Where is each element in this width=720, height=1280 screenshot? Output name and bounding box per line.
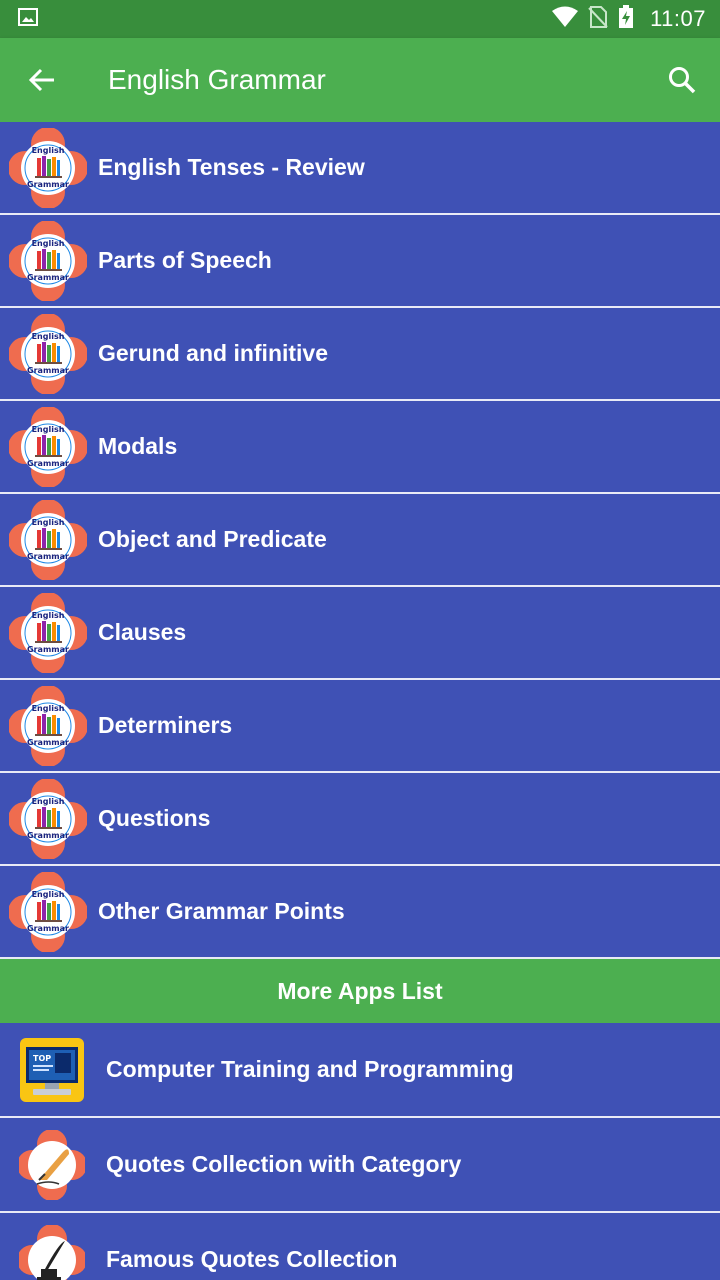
icon-caption-top: English — [32, 797, 65, 806]
icon-caption-top: English — [32, 890, 65, 899]
topic-list: English Grammar English Tenses - Review E… — [0, 122, 720, 1280]
list-item[interactable]: English Grammar Modals — [0, 401, 720, 494]
more-app-item[interactable]: Famous Quotes Collection — [0, 1213, 720, 1280]
more-app-label: Quotes Collection with Category — [106, 1151, 462, 1177]
list-item-label: Questions — [98, 805, 211, 831]
english-grammar-icon: English Grammar — [0, 493, 96, 586]
search-icon — [669, 67, 696, 94]
list-item-label: English Tenses - Review — [98, 154, 365, 180]
english-grammar-icon: English Grammar — [0, 679, 96, 772]
more-apps-header: More Apps List — [0, 959, 720, 1023]
list-item-label: Parts of Speech — [98, 247, 272, 273]
list-item-label: Clauses — [98, 619, 187, 645]
app-bar: English Grammar — [0, 38, 720, 122]
icon-caption-bottom: Grammar — [27, 180, 69, 189]
icon-caption-bottom: Grammar — [27, 738, 69, 747]
icon-caption-bottom: Grammar — [27, 924, 69, 933]
icon-caption-bottom: Grammar — [27, 645, 69, 654]
english-grammar-icon: English Grammar — [0, 586, 96, 679]
more-app-label: Famous Quotes Collection — [106, 1246, 398, 1272]
list-item[interactable]: English Grammar Gerund and infinitive — [0, 308, 720, 401]
back-button[interactable] — [0, 38, 84, 122]
battery-charging-icon — [618, 4, 634, 34]
list-item[interactable]: English Grammar Other Grammar Points — [0, 866, 720, 959]
english-grammar-icon: English Grammar — [0, 772, 96, 865]
no-sim-icon — [588, 5, 608, 33]
more-app-item[interactable]: TOP Computer Training and Programming — [0, 1023, 720, 1118]
icon-caption-top: English — [32, 425, 65, 434]
icon-caption-top: English — [32, 704, 65, 713]
gallery-notification-icon — [18, 7, 38, 31]
wifi-icon — [552, 6, 579, 33]
english-grammar-icon: English Grammar — [0, 307, 96, 400]
quill-pen-icon — [0, 1117, 104, 1212]
list-item-label: Gerund and infinitive — [98, 340, 329, 366]
icon-caption-bottom: Grammar — [27, 552, 69, 561]
icon-caption-top: English — [32, 146, 65, 155]
arrow-back-icon — [28, 68, 54, 92]
english-grammar-icon: English Grammar — [0, 214, 96, 307]
computer-training-icon: TOP — [0, 1022, 104, 1117]
status-bar: 11:07 — [0, 0, 720, 38]
english-grammar-icon: English Grammar — [0, 865, 96, 958]
list-item-label: Other Grammar Points — [98, 898, 345, 924]
icon-caption-bottom: Grammar — [27, 459, 69, 468]
list-item-label: Determiners — [98, 712, 233, 738]
more-app-label: Computer Training and Programming — [106, 1056, 514, 1082]
icon-caption-top: English — [32, 332, 65, 341]
more-app-item[interactable]: Quotes Collection with Category — [0, 1118, 720, 1213]
list-item[interactable]: English Grammar English Tenses - Review — [0, 122, 720, 215]
inkwell-quill-icon — [0, 1212, 104, 1280]
icon-caption-bottom: Grammar — [27, 831, 69, 840]
english-grammar-icon: English Grammar — [0, 400, 96, 493]
search-button[interactable] — [644, 38, 720, 122]
list-item[interactable]: English Grammar Questions — [0, 773, 720, 866]
list-item[interactable]: English Grammar Determiners — [0, 680, 720, 773]
icon-caption-bottom: Grammar — [27, 366, 69, 375]
icon-caption-bottom: Grammar — [27, 273, 69, 282]
english-grammar-icon: English Grammar — [0, 121, 96, 214]
list-item[interactable]: English Grammar Parts of Speech — [0, 215, 720, 308]
clock: 11:07 — [650, 6, 706, 31]
svg-text:TOP: TOP — [33, 1054, 51, 1063]
list-item-label: Object and Predicate — [98, 526, 327, 552]
list-item-label: Modals — [98, 433, 178, 459]
icon-caption-top: English — [32, 611, 65, 620]
icon-caption-top: English — [32, 239, 65, 248]
list-item[interactable]: English Grammar Object and Predicate — [0, 494, 720, 587]
page-title: English Grammar — [108, 64, 326, 95]
list-item[interactable]: English Grammar Clauses — [0, 587, 720, 680]
icon-caption-top: English — [32, 518, 65, 527]
